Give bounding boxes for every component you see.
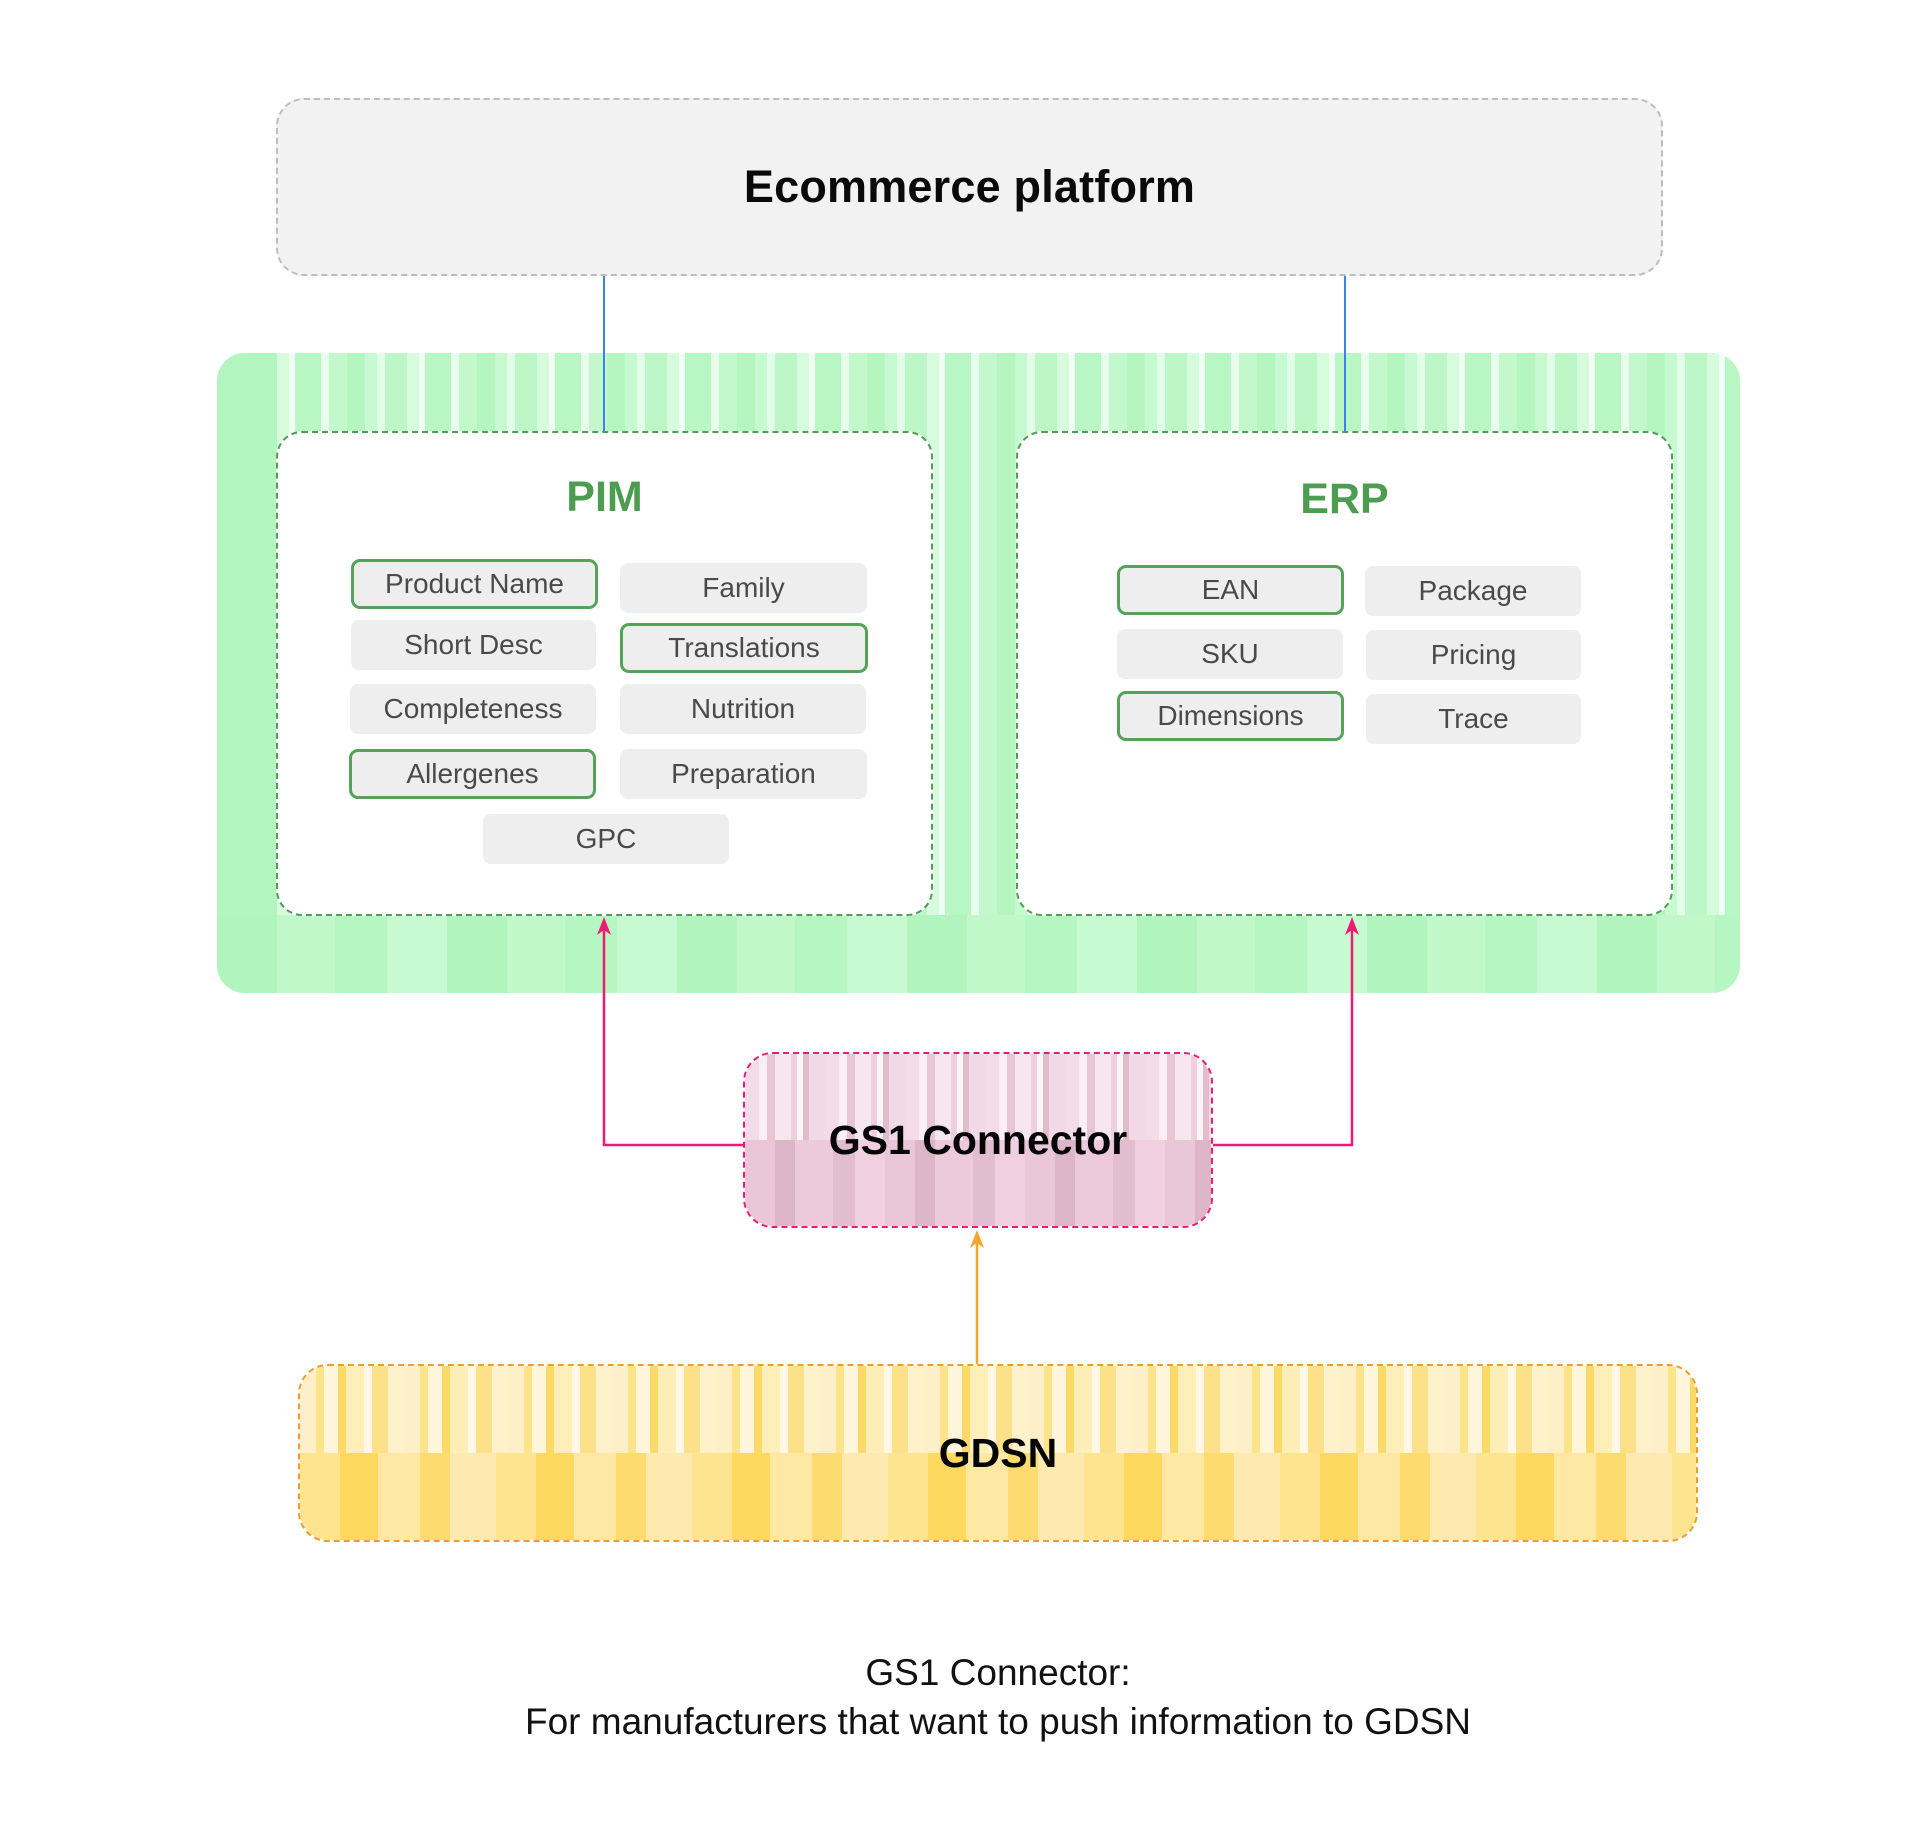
pim-title: PIM xyxy=(566,473,643,521)
pim-node: PIM Product Name Family Short Desc Trans… xyxy=(276,431,933,916)
diagram-caption: GS1 Connector: For manufacturers that wa… xyxy=(0,1648,1920,1746)
erp-field-sku: SKU xyxy=(1117,629,1343,679)
pim-field-gpc: GPC xyxy=(483,814,729,864)
gdsn-title: GDSN xyxy=(938,1429,1058,1476)
pim-field-short-desc: Short Desc xyxy=(351,620,596,670)
field-label: Completeness xyxy=(383,693,563,724)
pim-field-product-name: Product Name xyxy=(351,559,598,609)
pim-field-allergenes: Allergenes xyxy=(349,749,596,799)
field-label: Family xyxy=(702,572,785,603)
pim-field-family: Family xyxy=(620,563,867,613)
pim-field-preparation: Preparation xyxy=(620,749,867,799)
gdsn-to-gs1-arrowhead-icon xyxy=(970,1230,984,1248)
field-label: GPC xyxy=(575,823,637,854)
field-label: Dimensions xyxy=(1157,700,1304,731)
pim-field-translations: Translations xyxy=(620,623,868,673)
field-label: Product Name xyxy=(385,568,564,599)
erp-field-package: Package xyxy=(1365,566,1581,616)
field-label: SKU xyxy=(1201,638,1259,669)
field-label: Preparation xyxy=(671,758,816,789)
field-label: Trace xyxy=(1438,703,1509,734)
pim-field-completeness: Completeness xyxy=(350,684,596,734)
erp-field-dimensions: Dimensions xyxy=(1117,691,1344,741)
ecommerce-platform-node: Ecommerce platform xyxy=(276,98,1663,276)
gs1-connector-title: GS1 Connector xyxy=(828,1116,1128,1163)
field-label: Allergenes xyxy=(406,758,539,789)
caption-line-2: For manufacturers that want to push info… xyxy=(525,1701,1471,1742)
erp-field-pricing: Pricing xyxy=(1366,630,1581,680)
erp-title: ERP xyxy=(1300,475,1389,523)
erp-field-ean: EAN xyxy=(1117,565,1344,615)
erp-node: ERP EAN Package SKU Pricing Dimensions T… xyxy=(1016,431,1673,916)
field-label: Pricing xyxy=(1430,639,1517,670)
field-label: Translations xyxy=(668,632,820,663)
field-label: EAN xyxy=(1201,574,1260,605)
gdsn-node: GDSN xyxy=(298,1364,1698,1542)
field-label: Nutrition xyxy=(690,693,796,724)
field-label: Short Desc xyxy=(404,629,543,660)
caption-line-1: GS1 Connector: xyxy=(865,1652,1131,1693)
pim-field-nutrition: Nutrition xyxy=(620,684,866,734)
erp-field-trace: Trace xyxy=(1366,694,1581,744)
gs1-connector-node: GS1 Connector xyxy=(743,1052,1213,1228)
ecommerce-platform-title: Ecommerce platform xyxy=(743,161,1196,212)
field-label: Package xyxy=(1418,575,1528,606)
